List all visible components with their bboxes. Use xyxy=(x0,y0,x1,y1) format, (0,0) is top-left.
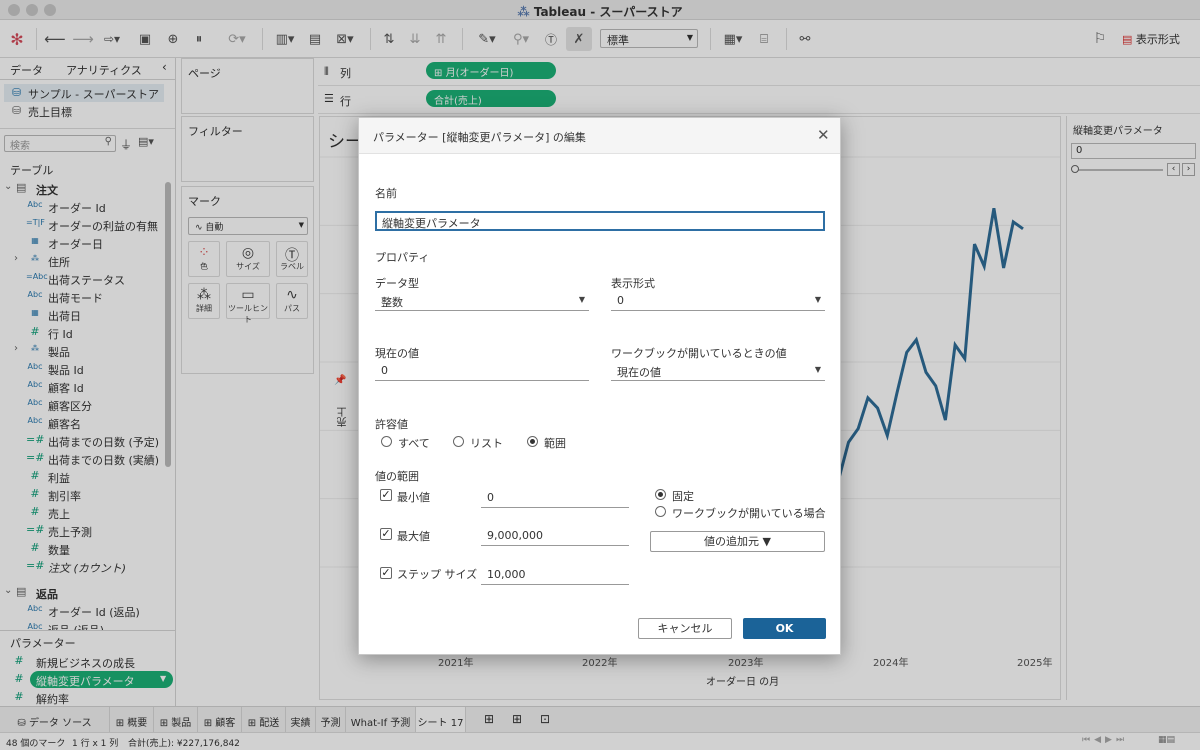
when-open-radio[interactable] xyxy=(655,506,666,517)
workbook-open-label: ワークブックが開いているときの値 xyxy=(611,347,787,360)
dialog-title: パラメーター [縦軸変更パラメータ] の編集 xyxy=(373,131,586,144)
current-value: 0 xyxy=(381,364,388,377)
step-checkbox[interactable]: ✓ xyxy=(380,567,392,579)
workbook-open-value: 現在の値 xyxy=(617,366,661,379)
name-value: 縦軸変更パラメータ xyxy=(382,217,481,230)
max-value-input[interactable]: 9,000,000 xyxy=(481,526,629,546)
ok-label: OK xyxy=(775,622,794,635)
chevron-down-icon: ▼ xyxy=(578,295,585,304)
min-value: 0 xyxy=(487,491,494,504)
step-value-input[interactable]: 10,000 xyxy=(481,565,629,585)
fixed-radio[interactable] xyxy=(655,489,666,500)
cancel-label: キャンセル xyxy=(657,622,713,635)
allowed-radio-0[interactable] xyxy=(381,436,392,447)
step-value: 10,000 xyxy=(487,568,526,581)
datatype-label: データ型 xyxy=(375,277,419,290)
max-value: 9,000,000 xyxy=(487,529,543,542)
workbook-open-select[interactable]: 現在の値 ▼ xyxy=(611,361,825,381)
min-checkbox[interactable]: ✓ xyxy=(380,489,392,501)
allowed-radio-1[interactable] xyxy=(453,436,464,447)
fixed-label: 固定 xyxy=(672,490,694,503)
close-icon[interactable]: ✕ xyxy=(817,126,830,144)
step-label: ステップ サイズ xyxy=(397,568,478,581)
format-value: 0 xyxy=(617,294,624,307)
current-value-input[interactable]: 0 xyxy=(375,361,589,381)
format-select[interactable]: 0 ▼ xyxy=(611,291,825,311)
properties-header: プロパティ xyxy=(375,251,430,264)
min-value-input[interactable]: 0 xyxy=(481,488,629,508)
cancel-button[interactable]: キャンセル xyxy=(638,618,732,639)
format-label: 表示形式 xyxy=(611,277,655,290)
chevron-down-icon: ▼ xyxy=(814,365,821,374)
add-values-from-button[interactable]: 値の追加元 ▼ xyxy=(650,531,825,552)
datatype-select[interactable]: 整数 ▼ xyxy=(375,291,589,311)
allowed-option-label: リスト xyxy=(470,437,503,450)
name-label: 名前 xyxy=(375,187,397,200)
ok-button[interactable]: OK xyxy=(743,618,826,639)
add-values-from-label: 値の追加元 ▼ xyxy=(704,535,771,548)
name-input[interactable]: 縦軸変更パラメータ xyxy=(375,211,825,231)
when-open-label: ワークブックが開いている場合 xyxy=(672,507,826,520)
allowed-radio-2[interactable] xyxy=(527,436,538,447)
allowed-option-label: 範囲 xyxy=(544,437,566,450)
edit-parameter-dialog: パラメーター [縦軸変更パラメータ] の編集 ✕ 名前 縦軸変更パラメータ プロ… xyxy=(358,117,841,655)
max-label: 最大値 xyxy=(397,530,430,543)
max-checkbox[interactable]: ✓ xyxy=(380,528,392,540)
current-value-label: 現在の値 xyxy=(375,347,419,360)
min-label: 最小値 xyxy=(397,491,430,504)
allowed-values-label: 許容値 xyxy=(375,418,408,431)
allowed-option-label: すべて xyxy=(398,437,430,450)
datatype-value: 整数 xyxy=(381,296,403,309)
range-label: 値の範囲 xyxy=(375,470,419,483)
chevron-down-icon: ▼ xyxy=(814,295,821,304)
